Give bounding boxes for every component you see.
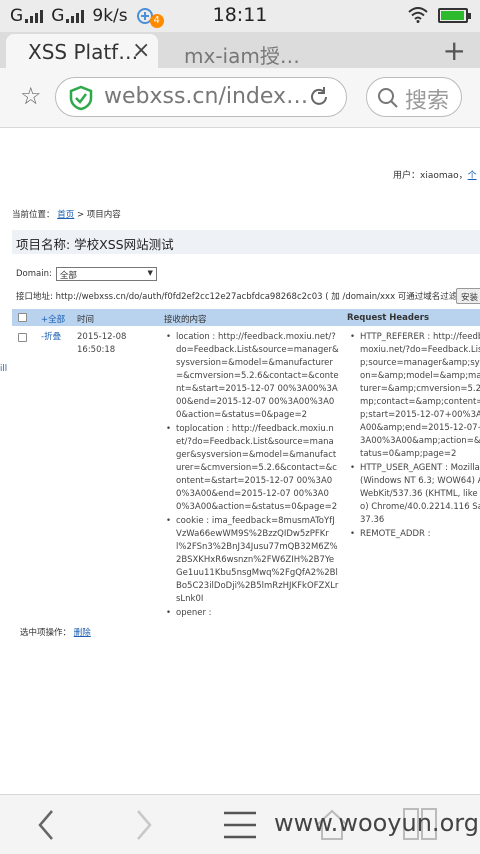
user-label: 用户：xiaomao， <box>393 171 468 181</box>
wifi-icon <box>408 7 428 23</box>
batch-label: 选中项操作： <box>20 628 72 638</box>
api-url-line: 接口地址: http://webxss.cn/do/auth/f0fd2ef2c… <box>16 292 478 302</box>
tab-label: mx-iam授… <box>184 44 300 68</box>
domain-label: Domain: <box>16 269 52 279</box>
headers-list: HTTP_REFERER : http://feedback.moxiu.net… <box>348 331 480 542</box>
domain-filter: Domain: 全部 <box>16 267 157 281</box>
col-received: 接收的内容 <box>164 315 207 325</box>
col-time: 时间 <box>77 315 95 325</box>
delete-link[interactable]: 删除 <box>74 628 91 638</box>
collapse-link[interactable]: -折叠 <box>41 331 61 344</box>
web-page: 用户：xiaomao，个 当前位置： 首页 > 项目内容 项目名称: 学校XSS… <box>0 129 480 794</box>
search-icon <box>378 88 398 108</box>
table-header: +全部 时间 接收的内容 Request Headers <box>12 309 480 326</box>
tab-mx-iam[interactable]: mx-iam授… <box>162 34 310 68</box>
domain-select[interactable]: 全部 <box>55 267 157 281</box>
user-info: 用户：xiaomao，个 <box>393 168 477 181</box>
breadcrumb-home-link[interactable]: 首页 <box>57 210 74 220</box>
breadcrumb: 当前位置： 首页 > 项目内容 <box>12 208 121 220</box>
search-placeholder: 搜索 <box>405 89 450 114</box>
header-item: HTTP_USER_AGENT : Mozilla/5.0 (Windows N… <box>348 462 480 527</box>
address-row: ☆ webxss.cn/index… 搜索 <box>0 68 480 128</box>
batch-actions: 选中项操作： 删除 <box>20 626 91 638</box>
forward-icon[interactable] <box>132 805 156 845</box>
url-bar[interactable]: webxss.cn/index… <box>55 77 347 117</box>
shield-icon <box>69 85 93 111</box>
row-clock: 16:50:18 <box>77 345 116 355</box>
back-icon[interactable] <box>34 805 58 845</box>
tab-bar: XSS Platf… × mx-iam授… + <box>0 32 480 68</box>
select-all-checkbox[interactable] <box>18 313 27 322</box>
url-text: webxss.cn/index… <box>104 84 309 109</box>
watermark: www.wooyun.org <box>274 809 479 837</box>
menu-icon[interactable] <box>222 805 258 845</box>
tab-label: XSS Platf… <box>28 40 139 64</box>
received-item: toplocation : http://feedback.moxiu.net/… <box>164 423 339 514</box>
header-item: HTTP_REFERER : http://feedback.moxiu.net… <box>348 331 480 461</box>
row-time: 2015-12-08 16:50:18 <box>77 331 157 357</box>
status-bar: G G 9k/s 4 18:11 <box>0 0 480 32</box>
close-tab-icon[interactable]: × <box>132 38 150 63</box>
battery-icon <box>438 7 471 23</box>
col-headers: Request Headers <box>347 313 430 323</box>
received-item: location : http://feedback.moxiu.net/?do… <box>164 331 339 422</box>
left-stub-link[interactable]: ill <box>0 364 7 374</box>
search-box[interactable]: 搜索 <box>366 77 462 117</box>
received-item: cookie : ima_feedback=8musmAToYfJVzWa66e… <box>164 515 339 606</box>
received-list: location : http://feedback.moxiu.net/?do… <box>164 331 339 621</box>
bookmark-star-icon[interactable]: ☆ <box>20 82 42 110</box>
tab-xss-platform[interactable]: XSS Platf… × <box>6 34 158 68</box>
header-item: REMOTE_ADDR : <box>348 528 480 541</box>
project-title: 项目名称: 学校XSS网站测试 <box>12 230 480 254</box>
reload-icon[interactable] <box>308 86 330 108</box>
new-tab-button[interactable]: + <box>443 34 466 67</box>
user-link[interactable]: 个 <box>468 171 477 181</box>
breadcrumb-prefix: 当前位置： <box>12 210 55 220</box>
status-right <box>408 7 471 23</box>
install-button[interactable]: 安装 <box>456 288 480 304</box>
row-date: 2015-12-08 <box>77 332 127 342</box>
expand-all-link[interactable]: +全部 <box>41 313 65 325</box>
bottom-nav: www.wooyun.org <box>0 794 480 854</box>
breadcrumb-rest: > 项目内容 <box>76 210 121 220</box>
received-item: opener : <box>164 607 339 620</box>
row-checkbox[interactable] <box>18 333 27 342</box>
